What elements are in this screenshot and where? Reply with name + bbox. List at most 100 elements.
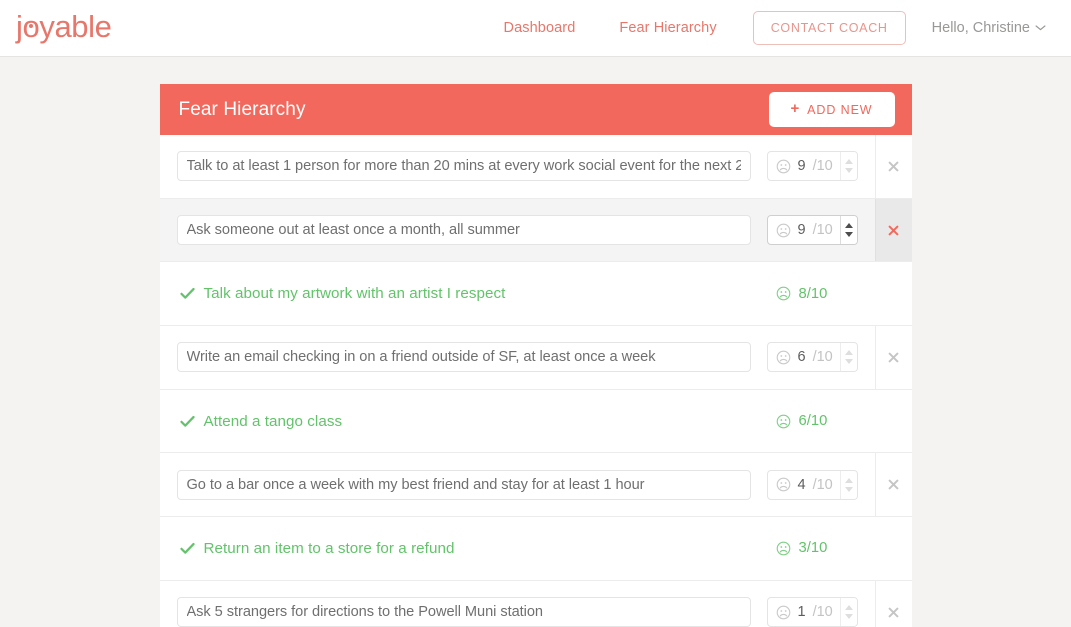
rating-max: /10 [812,222,833,239]
close-icon [888,224,899,236]
page-body: Fear Hierarchy + ADD NEW Talk to at leas… [0,57,1071,627]
rating-max: /10 [812,604,833,621]
rating-cell: 4/10 [763,469,875,500]
row-main [160,342,763,373]
chevron-up-icon[interactable] [844,477,853,483]
delete-row-button[interactable] [874,580,912,627]
close-icon [888,161,899,172]
check-icon [179,288,195,299]
chevron-up-icon[interactable] [844,223,853,229]
rating-score-text: 8/10 [798,285,828,302]
anxious-face-icon [776,541,791,556]
delete-row-button[interactable] [874,198,912,262]
chevron-down-icon[interactable] [844,486,853,492]
delete-row-placeholder [875,390,912,453]
nav-right-group: Dashboard Fear Hierarchy CONTACT COACH H… [482,11,1046,45]
rating-spinner[interactable] [839,152,857,181]
table-row: Return an item to a store for a refund 3… [159,517,912,581]
table-row: 4/10 [159,453,912,518]
chevron-up-icon[interactable] [844,159,853,165]
rating-max: /10 [812,476,833,493]
completed-goal-label: Talk about my artwork with an artist I r… [203,285,506,303]
delete-row-placeholder [875,517,912,580]
chevron-down-icon[interactable] [844,168,853,174]
row-main [160,469,763,500]
anxious-face-icon [776,414,791,429]
table-row: 9/10 [159,198,912,263]
add-new-button[interactable]: + ADD NEW [768,92,895,127]
rating-spinner[interactable] [839,470,857,499]
close-icon [888,479,899,490]
anxiety-rating-stepper[interactable]: 9/10 [766,215,858,246]
rating-score-text: 3/10 [798,540,828,557]
user-greeting-label: Hello, Christine [931,20,1030,36]
contact-coach-button[interactable]: CONTACT COACH [752,11,906,45]
anxiety-rating-static: 8/10 [767,285,828,302]
user-menu[interactable]: Hello, Christine [931,20,1046,36]
rating-value-field[interactable]: 9/10 [768,152,840,180]
completed-goal-label: Attend a tango class [203,412,343,430]
chevron-down-icon[interactable] [844,614,853,620]
rating-value-field[interactable]: 1/10 [768,598,840,626]
anxiety-rating-stepper[interactable]: 1/10 [766,597,858,627]
rating-score-text: 6/10 [798,413,828,430]
fear-goal-input[interactable] [176,151,751,182]
rating-cell: 1/10 [763,597,875,627]
rating-value-field[interactable]: 6/10 [768,343,840,371]
table-row: Talk about my artwork with an artist I r… [159,262,912,327]
row-main: Return an item to a store for a refund [160,540,763,557]
nav-link-fear-hierarchy[interactable]: Fear Hierarchy [597,20,738,36]
joyable-logo[interactable]: j o yable [16,9,112,45]
top-navigation-bar: j o yable Dashboard Fear Hierarchy CONTACT… [0,0,1071,57]
row-main [160,597,763,627]
chevron-up-icon[interactable] [844,350,853,356]
anxiety-rating-stepper[interactable]: 6/10 [766,342,858,373]
rating-cell: 9/10 [763,151,875,182]
completed-goal-label: Return an item to a store for a refund [203,539,455,557]
row-main: Talk about my artwork with an artist I r… [160,285,763,302]
fear-goal-input[interactable] [176,597,751,627]
rating-spinner[interactable] [839,343,857,372]
anxiety-rating-stepper[interactable]: 9/10 [766,151,858,182]
rating-value: 1 [797,604,806,621]
rating-spinner[interactable] [839,216,857,245]
rating-max: /10 [812,158,833,175]
row-main [160,151,763,182]
fear-goal-input[interactable] [176,469,751,500]
chevron-up-icon[interactable] [844,605,853,611]
delete-row-button[interactable] [874,453,912,517]
chevron-down-icon [1035,22,1046,34]
rating-spinner[interactable] [839,598,857,627]
fear-goal-input[interactable] [176,342,751,373]
anxious-face-icon [776,350,791,365]
nav-link-dashboard[interactable]: Dashboard [482,20,598,36]
rating-value: 9 [797,222,806,239]
chevron-down-icon[interactable] [844,232,853,238]
delete-row-button[interactable] [874,326,912,389]
check-icon [179,415,195,427]
fear-list: 9/10 [159,135,912,627]
anxious-face-icon [776,605,791,620]
rating-value-field[interactable]: 9/10 [768,216,840,244]
anxious-face-icon [776,477,791,492]
rating-cell: 3/10 [763,540,875,556]
rating-max: /10 [812,349,833,366]
fear-goal-input[interactable] [176,215,751,246]
anxiety-rating-static: 6/10 [767,413,828,430]
anxious-face-icon [776,223,791,238]
rating-cell: 6/10 [763,413,875,429]
chevron-down-icon[interactable] [844,359,853,365]
row-main: Attend a tango class [160,413,763,430]
logo-o-glyph: o [22,9,40,44]
rating-value-field[interactable]: 4/10 [768,471,840,499]
rating-value: 9 [797,158,806,175]
delete-row-button[interactable] [874,135,912,198]
close-icon [888,352,899,363]
anxious-face-icon [776,286,791,301]
table-row: 9/10 [159,135,912,199]
close-icon [888,607,899,618]
anxiety-rating-stepper[interactable]: 4/10 [766,469,858,500]
page-title: Fear Hierarchy [178,98,306,120]
fear-hierarchy-card: Fear Hierarchy + ADD NEW Talk to at leas… [159,84,912,627]
anxiety-rating-static: 3/10 [767,540,828,557]
